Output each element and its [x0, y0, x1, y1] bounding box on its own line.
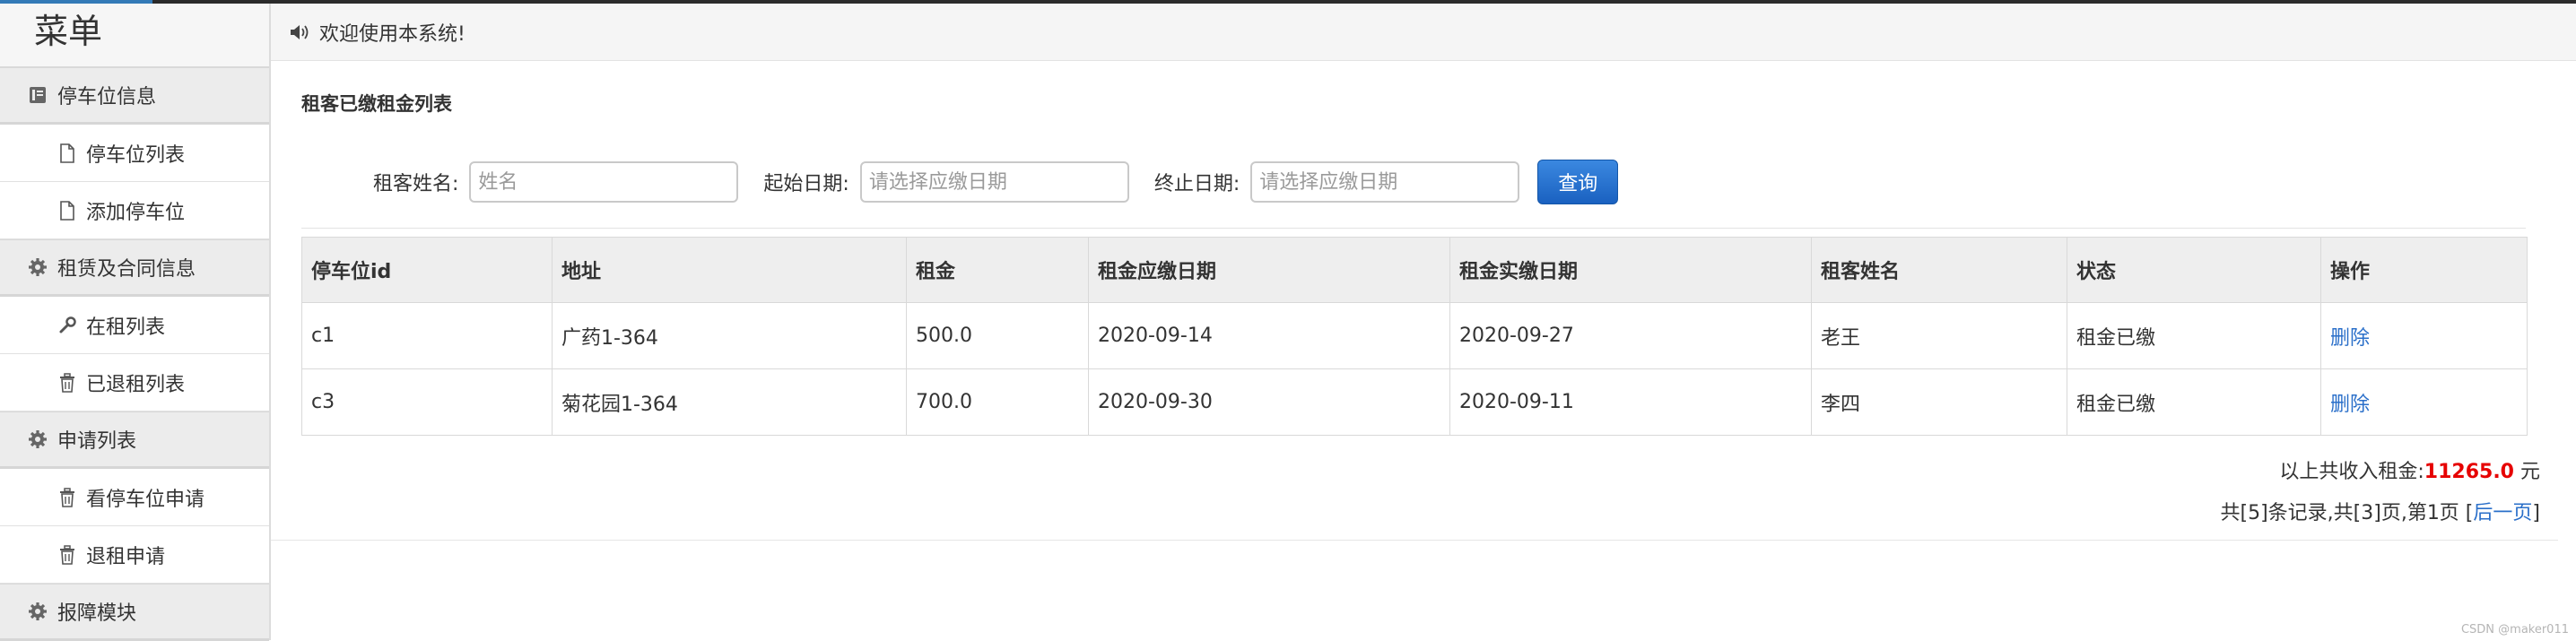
gear-icon	[27, 601, 48, 622]
welcome-bar: 欢迎使用本系统!	[271, 4, 2576, 61]
cell-tenant: 老王	[1811, 302, 2067, 369]
cell-address: 菊花园1-364	[552, 368, 907, 436]
col-header: 停车位id	[301, 237, 553, 303]
sidebar-group-label: 停车位信息	[57, 86, 157, 108]
table-header-row: 停车位id 地址 租金 租金应缴日期 租金实缴日期 租客姓名 状态 操作	[301, 237, 2528, 303]
content-panel: 租客已缴租金列表 租客姓名: 起始日期: 终止日期: 查询 停车位id 地址 租…	[271, 61, 2558, 541]
start-date-input[interactable]	[859, 161, 1129, 203]
cell-action: 删除	[2320, 368, 2528, 436]
cell-id: c1	[301, 302, 553, 369]
watermark: CSDN @maker011	[2460, 623, 2569, 637]
col-header: 租金	[906, 237, 1089, 303]
cell-tenant: 李四	[1811, 368, 2067, 436]
welcome-text: 欢迎使用本系统!	[319, 22, 466, 46]
cell-due-date: 2020-09-30	[1088, 368, 1450, 436]
sidebar-item-return-applications[interactable]: 退租申请	[0, 526, 269, 584]
divider	[301, 228, 2526, 229]
total-label: 以上共收入租金:	[2279, 461, 2424, 483]
search-form: 租客姓名: 起始日期: 终止日期: 查询	[301, 160, 1619, 204]
sidebar-item-parking-list[interactable]: 停车位列表	[0, 125, 269, 182]
book-icon	[27, 84, 48, 106]
table-row: c1 广药1-364 500.0 2020-09-14 2020-09-27 老…	[301, 302, 2528, 369]
wrench-icon	[57, 315, 77, 336]
col-header: 租客姓名	[1811, 237, 2067, 303]
sidebar-item-renting-list[interactable]: 在租列表	[0, 297, 269, 354]
cell-action: 删除	[2320, 302, 2528, 369]
sidebar-item-label: 看停车位申请	[86, 488, 205, 511]
cell-paid-date: 2020-09-11	[1449, 368, 1812, 436]
cell-due-date: 2020-09-14	[1088, 302, 1450, 369]
cell-rent: 500.0	[906, 302, 1089, 369]
end-date-label: 终止日期:	[1153, 173, 1240, 195]
sidebar-group-applications[interactable]: 申请列表	[0, 411, 269, 469]
next-page-link[interactable]: 后一页	[2473, 502, 2532, 524]
col-header: 操作	[2320, 237, 2528, 303]
file-icon	[57, 200, 77, 221]
query-button[interactable]: 查询	[1537, 160, 1619, 204]
trash-icon	[57, 544, 77, 566]
sidebar-group-label: 租赁及合同信息	[57, 258, 196, 281]
cell-rent: 700.0	[906, 368, 1089, 436]
tenant-name-label: 租客姓名:	[373, 173, 459, 195]
end-date-input[interactable]	[1250, 161, 1520, 203]
total-amount: 11265.0	[2424, 461, 2514, 483]
cell-status: 租金已缴	[2067, 302, 2321, 369]
sidebar-item-view-parking-applications[interactable]: 看停车位申请	[0, 469, 269, 526]
sidebar-group-lease-contract[interactable]: 租赁及合同信息	[0, 239, 269, 297]
cell-id: c3	[301, 368, 553, 436]
total-unit: 元	[2519, 461, 2540, 483]
col-header: 租金应缴日期	[1088, 237, 1450, 303]
delete-link[interactable]: 删除	[2330, 327, 2370, 350]
sidebar-item-label: 已退租列表	[86, 373, 186, 396]
gear-icon	[27, 429, 48, 450]
col-header: 地址	[552, 237, 907, 303]
trash-icon	[57, 372, 77, 394]
sidebar-title: 菜单	[0, 4, 269, 67]
sidebar-item-returned-list[interactable]: 已退租列表	[0, 354, 269, 411]
sidebar-group-parking-info[interactable]: 停车位信息	[0, 67, 269, 125]
sidebar-item-add-parking[interactable]: 添加停车位	[0, 182, 269, 239]
tenant-name-input[interactable]	[469, 161, 739, 203]
sidebar: 菜单 停车位信息 停车位列表 添加停车位 租赁及合同信息 在租列表 已退租列表	[0, 4, 271, 641]
pagination-bracket: ]	[2532, 502, 2540, 524]
cell-paid-date: 2020-09-27	[1449, 302, 1812, 369]
col-header: 状态	[2067, 237, 2321, 303]
rent-table: 停车位id 地址 租金 租金应缴日期 租金实缴日期 租客姓名 状态 操作 c1 …	[301, 237, 2528, 436]
sidebar-item-label: 在租列表	[86, 316, 166, 339]
main-area: 欢迎使用本系统! 租客已缴租金列表 租客姓名: 起始日期: 终止日期: 查询 停…	[271, 4, 2576, 640]
trash-icon	[57, 487, 77, 508]
start-date-label: 起始日期:	[763, 173, 849, 195]
cell-address: 广药1-364	[552, 302, 907, 369]
total-income: 以上共收入租金:11265.0 元	[2279, 455, 2540, 484]
sidebar-item-label: 停车位列表	[86, 143, 186, 167]
page-title: 租客已缴租金列表	[301, 93, 452, 115]
pagination: 共[5]条记录,共[3]页,第1页 [后一页]	[2221, 497, 2541, 525]
sidebar-item-label: 退租申请	[86, 545, 166, 568]
pagination-info: 共[5]条记录,共[3]页,第1页 [	[2220, 502, 2474, 524]
file-icon	[57, 143, 77, 164]
sidebar-group-label: 报障模块	[57, 602, 137, 625]
table-row: c3 菊花园1-364 700.0 2020-09-30 2020-09-11 …	[301, 368, 2528, 436]
speaker-icon	[289, 22, 310, 42]
delete-link[interactable]: 删除	[2330, 394, 2370, 416]
sidebar-group-label: 申请列表	[57, 430, 137, 453]
sidebar-item-label: 添加停车位	[86, 201, 186, 224]
col-header: 租金实缴日期	[1449, 237, 1812, 303]
sidebar-group-fault-report[interactable]: 报障模块	[0, 584, 269, 641]
gear-icon	[27, 256, 48, 278]
cell-status: 租金已缴	[2067, 368, 2321, 436]
